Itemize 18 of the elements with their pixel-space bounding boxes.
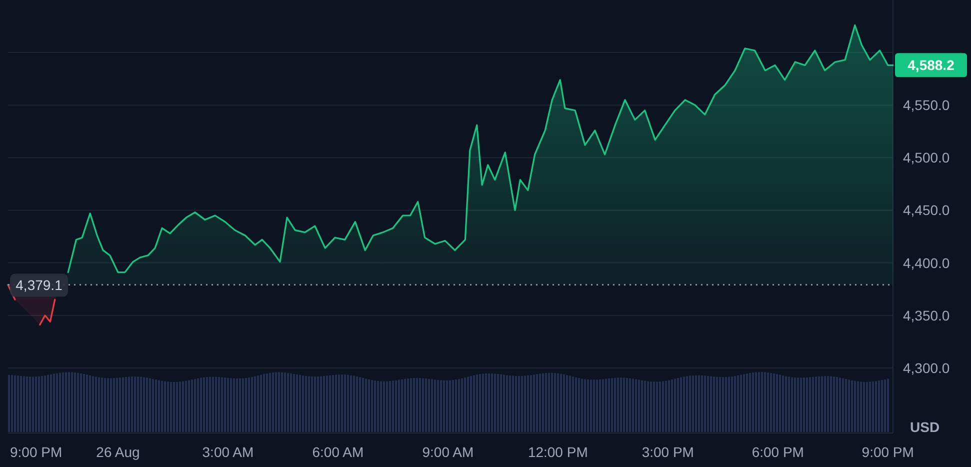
currency-label: USD bbox=[910, 419, 940, 435]
open-price-badge: 4,379.1 bbox=[10, 274, 68, 297]
axis-label: 3:00 AM bbox=[202, 444, 254, 460]
axis-label: 9:00 AM bbox=[422, 444, 474, 460]
axis-label: 4,350.0 bbox=[903, 307, 950, 324]
current-price-badge: 4,588.2 bbox=[895, 53, 967, 78]
axis-label: 4,450.0 bbox=[903, 202, 950, 218]
axis-label: 26 Aug bbox=[96, 444, 140, 460]
axis-label: 6:00 PM bbox=[752, 444, 804, 460]
axis-label: 12:00 PM bbox=[528, 444, 588, 460]
axis-label: 4,400.0 bbox=[903, 254, 950, 271]
axis-label: 4,300.0 bbox=[903, 360, 950, 376]
axis-label: 4,550.0 bbox=[903, 97, 950, 114]
axis-label: 6:00 AM bbox=[312, 444, 364, 460]
axis-label: 9:00 PM bbox=[10, 444, 62, 460]
axis-label: 4,500.0 bbox=[903, 150, 950, 166]
axis-label: 3:00 PM bbox=[642, 444, 694, 460]
axis-label: 9:00 PM bbox=[862, 444, 914, 460]
